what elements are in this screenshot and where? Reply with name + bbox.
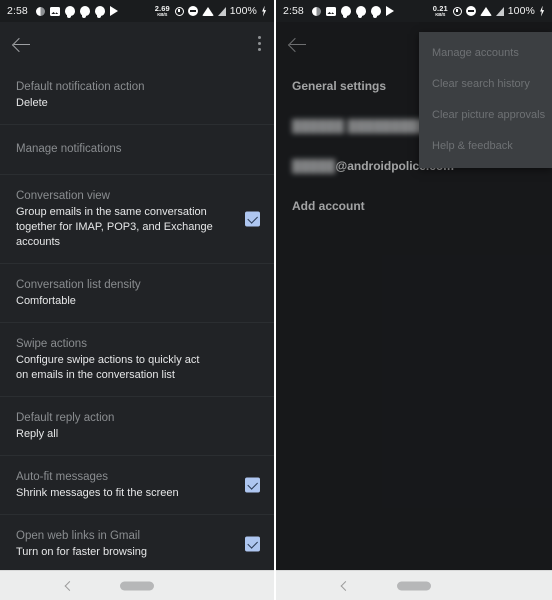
right-phone-screenshot: 2:58 0.21 KB/S 100% General settings ███… [276, 0, 552, 600]
overflow-menu-icon[interactable] [258, 36, 262, 54]
setting-subtitle: Shrink messages to fit the screen [16, 487, 179, 499]
back-arrow-icon[interactable] [10, 32, 34, 56]
nav-bar-left [0, 570, 274, 600]
nav-back-icon[interactable] [340, 580, 351, 591]
setting-subtitle: Reply all [16, 428, 59, 440]
conversation-view-checkbox[interactable] [245, 211, 260, 227]
blob-icon [64, 6, 75, 18]
setting-subtitle: Comfortable [16, 295, 76, 307]
blob-icon [79, 6, 90, 18]
signal-icon [217, 6, 226, 16]
auto-fit-messages-checkbox[interactable] [245, 477, 260, 493]
charging-bolt-icon [262, 5, 267, 17]
data-rate-indicator: 2.69 KB/S [155, 5, 170, 17]
data-rate-unit: KB/S [157, 11, 168, 17]
general-settings-list: Default notification action Delete Manag… [0, 66, 274, 570]
data-rate-unit: KB/S [435, 11, 446, 17]
setting-subtitle: Configure swipe actions to quickly act o… [16, 354, 200, 381]
flag-icon [385, 6, 394, 16]
setting-title: Default reply action [16, 412, 115, 424]
battery-percent-label: 100% [229, 5, 257, 17]
do-not-disturb-icon [465, 6, 476, 16]
setting-title: Swipe actions [16, 338, 87, 350]
system-icon-group: 0.21 KB/S 100% [433, 5, 545, 17]
redacted-account-prefix: █████ [292, 159, 336, 173]
blob-icon [94, 6, 105, 18]
notification-icon-group [311, 6, 433, 18]
status-bar-clock: 2:58 [7, 5, 28, 17]
wifi-icon [479, 6, 492, 16]
status-bar-right: 2:58 0.21 KB/S 100% [276, 0, 552, 22]
status-bar-clock: 2:58 [283, 5, 304, 17]
blob-icon [340, 6, 351, 18]
back-arrow-icon[interactable] [286, 32, 310, 56]
alarm-icon [452, 6, 462, 16]
signal-icon [495, 6, 504, 16]
toolbar-left [0, 22, 274, 66]
charging-bolt-icon [540, 5, 545, 17]
photo-icon [49, 6, 60, 16]
photo-icon [325, 6, 336, 16]
setting-subtitle: Group emails in the same conversation to… [16, 206, 213, 248]
setting-title: Open web links in Gmail [16, 530, 140, 542]
setting-row-conversation-view[interactable]: Conversation view Group emails in the sa… [0, 175, 274, 264]
home-pill-icon[interactable] [120, 581, 154, 590]
menu-item-clear-search-history[interactable]: Clear search history [419, 69, 552, 100]
menu-item-manage-accounts[interactable]: Manage accounts [419, 38, 552, 69]
setting-row-default-notification-action[interactable]: Default notification action Delete [0, 66, 274, 125]
setting-title: Manage notifications [16, 143, 122, 155]
overflow-popup-menu: Manage accounts Clear search history Cle… [419, 32, 552, 168]
half-circle-icon [35, 6, 45, 16]
setting-row-swipe-actions[interactable]: Swipe actions Configure swipe actions to… [0, 323, 274, 397]
setting-title: Conversation view [16, 190, 110, 202]
setting-row-manage-notifications[interactable]: Manage notifications [0, 125, 274, 175]
setting-row-default-reply-action[interactable]: Default reply action Reply all [0, 397, 274, 456]
data-rate-indicator: 0.21 KB/S [433, 5, 448, 17]
setting-title: Auto-fit messages [16, 471, 109, 483]
setting-row-open-web-links-in-gmail[interactable]: Open web links in Gmail Turn on for fast… [0, 515, 274, 570]
nav-bar-right [276, 570, 552, 600]
alarm-icon [174, 6, 184, 16]
battery-percent-label: 100% [507, 5, 535, 17]
setting-title: Conversation list density [16, 279, 141, 291]
wifi-icon [201, 6, 214, 16]
notification-icon-group [35, 6, 155, 18]
setting-title: Default notification action [16, 81, 145, 93]
blob-icon [355, 6, 366, 18]
list-item-add-account[interactable]: Add account [276, 186, 552, 226]
nav-back-icon[interactable] [64, 580, 75, 591]
setting-subtitle: Delete [16, 97, 48, 109]
blob-icon [370, 6, 381, 18]
system-icon-group: 2.69 KB/S 100% [155, 5, 267, 17]
open-web-links-checkbox[interactable] [245, 536, 260, 552]
setting-subtitle: Turn on for faster browsing [16, 546, 148, 558]
do-not-disturb-icon [187, 6, 198, 16]
left-phone-screenshot: 2:58 2.69 KB/S 100% Default notification… [0, 0, 274, 600]
home-pill-icon[interactable] [397, 581, 431, 590]
menu-item-help-and-feedback[interactable]: Help & feedback [419, 131, 552, 162]
half-circle-icon [311, 6, 321, 16]
menu-item-clear-picture-approvals[interactable]: Clear picture approvals [419, 100, 552, 131]
status-bar-left: 2:58 2.69 KB/S 100% [0, 0, 274, 22]
setting-row-conversation-list-density[interactable]: Conversation list density Comfortable [0, 264, 274, 323]
left-screen-body: Default notification action Delete Manag… [0, 22, 274, 570]
dual-screenshot-container: 2:58 2.69 KB/S 100% Default notification… [0, 0, 552, 600]
flag-icon [109, 6, 118, 16]
setting-row-auto-fit-messages[interactable]: Auto-fit messages Shrink messages to fit… [0, 456, 274, 515]
